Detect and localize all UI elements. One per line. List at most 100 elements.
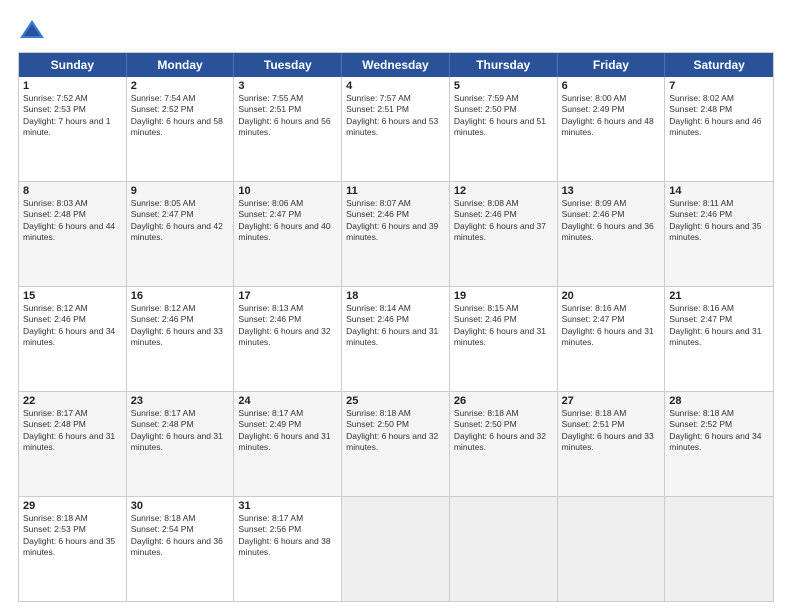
cell-info: Sunrise: 7:54 AMSunset: 2:52 PMDaylight:…	[131, 93, 230, 139]
day-number: 15	[23, 290, 122, 302]
day-cell-6: 6Sunrise: 8:00 AMSunset: 2:49 PMDaylight…	[558, 77, 666, 181]
calendar: Sunday Monday Tuesday Wednesday Thursday…	[18, 52, 774, 602]
day-number: 24	[238, 395, 337, 407]
day-number: 9	[131, 185, 230, 197]
calendar-body: 1Sunrise: 7:52 AMSunset: 2:53 PMDaylight…	[19, 77, 773, 601]
day-cell-22: 22Sunrise: 8:17 AMSunset: 2:48 PMDayligh…	[19, 392, 127, 496]
day-cell-26: 26Sunrise: 8:18 AMSunset: 2:50 PMDayligh…	[450, 392, 558, 496]
day-number: 16	[131, 290, 230, 302]
cell-info: Sunrise: 7:52 AMSunset: 2:53 PMDaylight:…	[23, 93, 122, 139]
day-cell-12: 12Sunrise: 8:08 AMSunset: 2:46 PMDayligh…	[450, 182, 558, 286]
day-cell-5: 5Sunrise: 7:59 AMSunset: 2:50 PMDaylight…	[450, 77, 558, 181]
day-number: 1	[23, 80, 122, 92]
cell-info: Sunrise: 8:08 AMSunset: 2:46 PMDaylight:…	[454, 198, 553, 244]
cell-info: Sunrise: 7:59 AMSunset: 2:50 PMDaylight:…	[454, 93, 553, 139]
cell-info: Sunrise: 8:03 AMSunset: 2:48 PMDaylight:…	[23, 198, 122, 244]
day-number: 8	[23, 185, 122, 197]
header-saturday: Saturday	[665, 53, 773, 77]
day-cell-8: 8Sunrise: 8:03 AMSunset: 2:48 PMDaylight…	[19, 182, 127, 286]
cell-info: Sunrise: 8:17 AMSunset: 2:56 PMDaylight:…	[238, 513, 337, 559]
day-number: 20	[562, 290, 661, 302]
day-number: 21	[669, 290, 769, 302]
day-number: 28	[669, 395, 769, 407]
cell-info: Sunrise: 8:02 AMSunset: 2:48 PMDaylight:…	[669, 93, 769, 139]
day-cell-31: 31Sunrise: 8:17 AMSunset: 2:56 PMDayligh…	[234, 497, 342, 601]
logo	[18, 18, 50, 42]
day-number: 17	[238, 290, 337, 302]
day-number: 29	[23, 500, 122, 512]
day-cell-1: 1Sunrise: 7:52 AMSunset: 2:53 PMDaylight…	[19, 77, 127, 181]
day-number: 31	[238, 500, 337, 512]
day-cell-9: 9Sunrise: 8:05 AMSunset: 2:47 PMDaylight…	[127, 182, 235, 286]
cell-info: Sunrise: 7:55 AMSunset: 2:51 PMDaylight:…	[238, 93, 337, 139]
cell-info: Sunrise: 8:18 AMSunset: 2:50 PMDaylight:…	[454, 408, 553, 454]
empty-cell	[558, 497, 666, 601]
day-cell-23: 23Sunrise: 8:17 AMSunset: 2:48 PMDayligh…	[127, 392, 235, 496]
cell-info: Sunrise: 8:14 AMSunset: 2:46 PMDaylight:…	[346, 303, 445, 349]
day-number: 22	[23, 395, 122, 407]
day-cell-3: 3Sunrise: 7:55 AMSunset: 2:51 PMDaylight…	[234, 77, 342, 181]
cell-info: Sunrise: 8:13 AMSunset: 2:46 PMDaylight:…	[238, 303, 337, 349]
day-cell-30: 30Sunrise: 8:18 AMSunset: 2:54 PMDayligh…	[127, 497, 235, 601]
day-cell-29: 29Sunrise: 8:18 AMSunset: 2:53 PMDayligh…	[19, 497, 127, 601]
cell-info: Sunrise: 8:15 AMSunset: 2:46 PMDaylight:…	[454, 303, 553, 349]
day-cell-7: 7Sunrise: 8:02 AMSunset: 2:48 PMDaylight…	[665, 77, 773, 181]
day-cell-4: 4Sunrise: 7:57 AMSunset: 2:51 PMDaylight…	[342, 77, 450, 181]
day-cell-16: 16Sunrise: 8:12 AMSunset: 2:46 PMDayligh…	[127, 287, 235, 391]
week-row-5: 29Sunrise: 8:18 AMSunset: 2:53 PMDayligh…	[19, 497, 773, 601]
day-cell-19: 19Sunrise: 8:15 AMSunset: 2:46 PMDayligh…	[450, 287, 558, 391]
cell-info: Sunrise: 8:16 AMSunset: 2:47 PMDaylight:…	[669, 303, 769, 349]
day-number: 11	[346, 185, 445, 197]
header-monday: Monday	[127, 53, 235, 77]
day-number: 12	[454, 185, 553, 197]
header-tuesday: Tuesday	[234, 53, 342, 77]
day-cell-17: 17Sunrise: 8:13 AMSunset: 2:46 PMDayligh…	[234, 287, 342, 391]
empty-cell	[665, 497, 773, 601]
header-thursday: Thursday	[450, 53, 558, 77]
calendar-header: Sunday Monday Tuesday Wednesday Thursday…	[19, 53, 773, 77]
week-row-3: 15Sunrise: 8:12 AMSunset: 2:46 PMDayligh…	[19, 287, 773, 392]
day-number: 14	[669, 185, 769, 197]
day-number: 5	[454, 80, 553, 92]
cell-info: Sunrise: 8:17 AMSunset: 2:48 PMDaylight:…	[131, 408, 230, 454]
cell-info: Sunrise: 8:11 AMSunset: 2:46 PMDaylight:…	[669, 198, 769, 244]
cell-info: Sunrise: 8:17 AMSunset: 2:49 PMDaylight:…	[238, 408, 337, 454]
cell-info: Sunrise: 8:09 AMSunset: 2:46 PMDaylight:…	[562, 198, 661, 244]
day-cell-27: 27Sunrise: 8:18 AMSunset: 2:51 PMDayligh…	[558, 392, 666, 496]
empty-cell	[450, 497, 558, 601]
empty-cell	[342, 497, 450, 601]
day-cell-10: 10Sunrise: 8:06 AMSunset: 2:47 PMDayligh…	[234, 182, 342, 286]
cell-info: Sunrise: 8:06 AMSunset: 2:47 PMDaylight:…	[238, 198, 337, 244]
day-cell-28: 28Sunrise: 8:18 AMSunset: 2:52 PMDayligh…	[665, 392, 773, 496]
header-friday: Friday	[558, 53, 666, 77]
logo-icon	[18, 18, 46, 42]
cell-info: Sunrise: 8:07 AMSunset: 2:46 PMDaylight:…	[346, 198, 445, 244]
day-number: 13	[562, 185, 661, 197]
day-cell-11: 11Sunrise: 8:07 AMSunset: 2:46 PMDayligh…	[342, 182, 450, 286]
week-row-2: 8Sunrise: 8:03 AMSunset: 2:48 PMDaylight…	[19, 182, 773, 287]
day-cell-13: 13Sunrise: 8:09 AMSunset: 2:46 PMDayligh…	[558, 182, 666, 286]
day-cell-2: 2Sunrise: 7:54 AMSunset: 2:52 PMDaylight…	[127, 77, 235, 181]
day-number: 2	[131, 80, 230, 92]
cell-info: Sunrise: 8:12 AMSunset: 2:46 PMDaylight:…	[131, 303, 230, 349]
day-cell-20: 20Sunrise: 8:16 AMSunset: 2:47 PMDayligh…	[558, 287, 666, 391]
cell-info: Sunrise: 8:18 AMSunset: 2:54 PMDaylight:…	[131, 513, 230, 559]
day-number: 25	[346, 395, 445, 407]
day-cell-24: 24Sunrise: 8:17 AMSunset: 2:49 PMDayligh…	[234, 392, 342, 496]
cell-info: Sunrise: 8:18 AMSunset: 2:52 PMDaylight:…	[669, 408, 769, 454]
day-cell-25: 25Sunrise: 8:18 AMSunset: 2:50 PMDayligh…	[342, 392, 450, 496]
header-sunday: Sunday	[19, 53, 127, 77]
day-number: 7	[669, 80, 769, 92]
page-header	[18, 18, 774, 42]
day-number: 30	[131, 500, 230, 512]
cell-info: Sunrise: 8:18 AMSunset: 2:50 PMDaylight:…	[346, 408, 445, 454]
cell-info: Sunrise: 8:16 AMSunset: 2:47 PMDaylight:…	[562, 303, 661, 349]
cell-info: Sunrise: 8:12 AMSunset: 2:46 PMDaylight:…	[23, 303, 122, 349]
header-wednesday: Wednesday	[342, 53, 450, 77]
cell-info: Sunrise: 8:18 AMSunset: 2:51 PMDaylight:…	[562, 408, 661, 454]
cell-info: Sunrise: 8:00 AMSunset: 2:49 PMDaylight:…	[562, 93, 661, 139]
cell-info: Sunrise: 7:57 AMSunset: 2:51 PMDaylight:…	[346, 93, 445, 139]
day-number: 6	[562, 80, 661, 92]
day-number: 23	[131, 395, 230, 407]
day-number: 4	[346, 80, 445, 92]
